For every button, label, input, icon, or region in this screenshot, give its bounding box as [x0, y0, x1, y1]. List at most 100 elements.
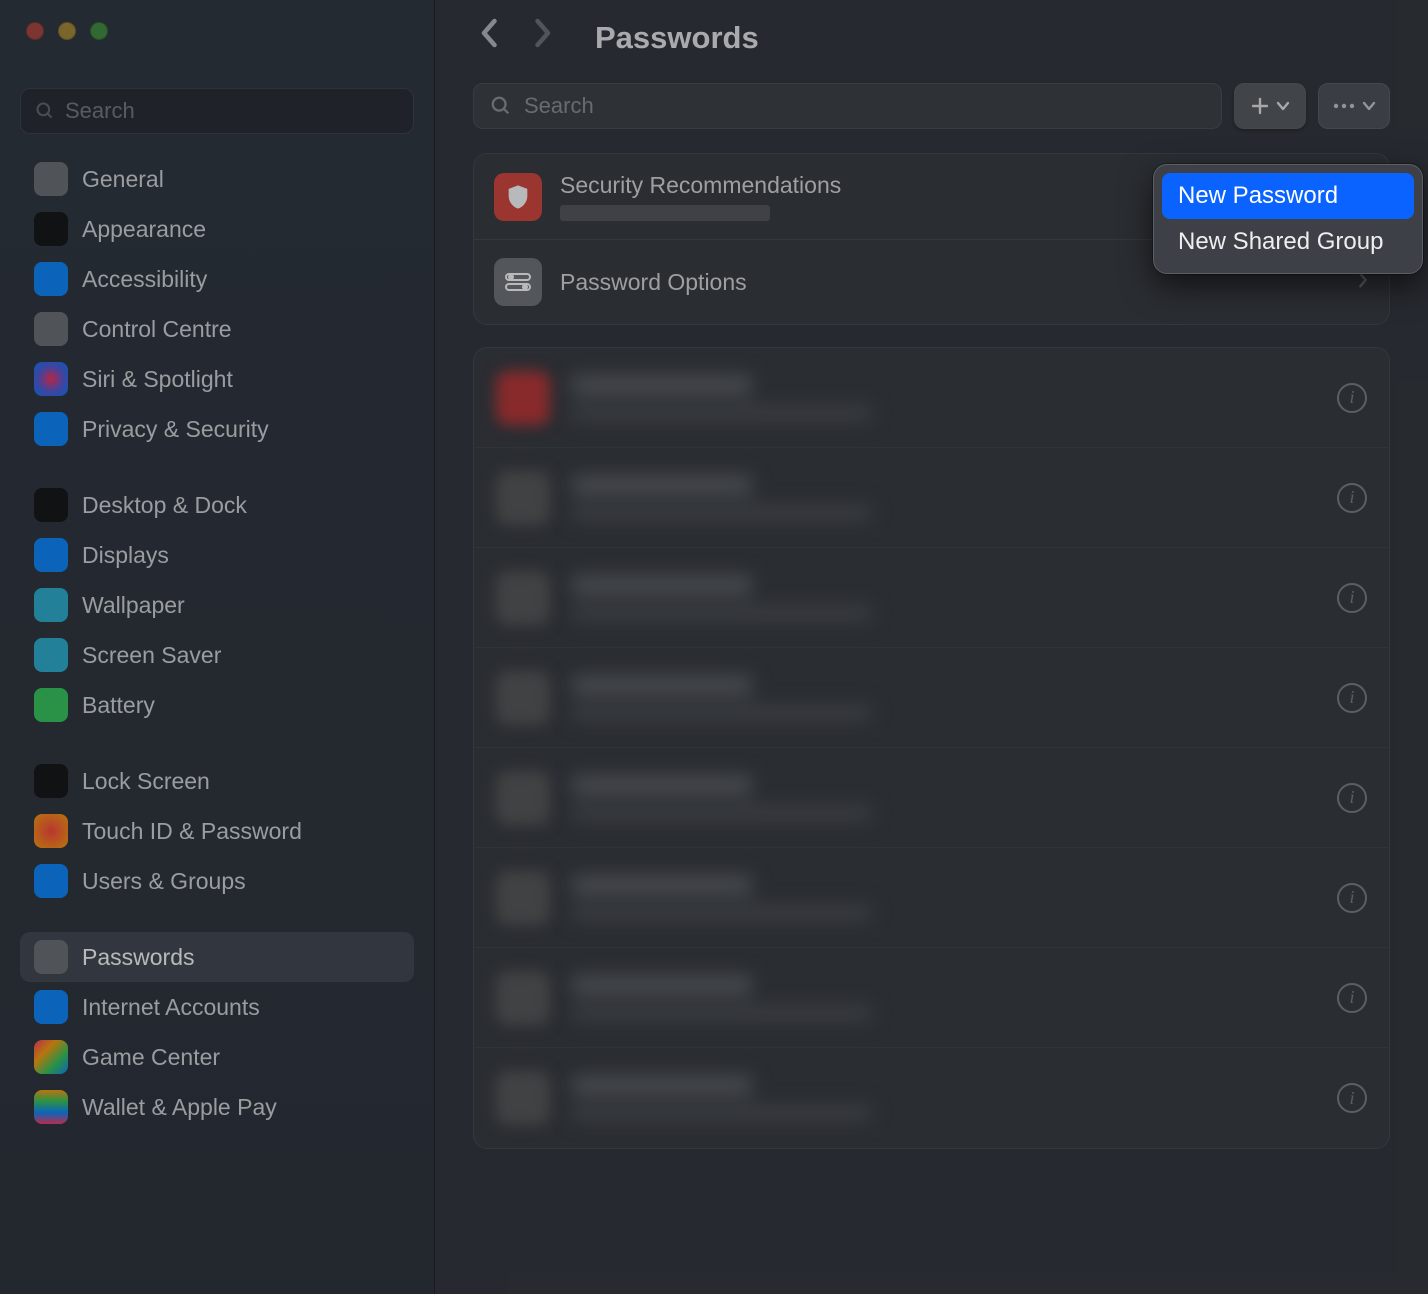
sidebar-item-label: Screen Saver [82, 642, 221, 669]
sidebar-item-label: Desktop & Dock [82, 492, 247, 519]
sidebar-item-label: Siri & Spotlight [82, 366, 233, 393]
users-icon [34, 864, 68, 898]
info-button[interactable] [1337, 883, 1367, 913]
appearance-icon [34, 212, 68, 246]
password-entry-row[interactable] [474, 848, 1389, 948]
sidebar-item-lockscreen[interactable]: Lock Screen [20, 756, 414, 806]
sidebar-item-accessibility[interactable]: Accessibility [20, 254, 414, 304]
sidebar-item-controlcentre[interactable]: Control Centre [20, 304, 414, 354]
info-button[interactable] [1337, 483, 1367, 513]
password-entry-row[interactable] [474, 448, 1389, 548]
sidebar-item-appearance[interactable]: Appearance [20, 204, 414, 254]
site-favicon [496, 971, 550, 1025]
sidebar-item-label: Accessibility [82, 266, 207, 293]
accessibility-icon [34, 262, 68, 296]
add-menu-item[interactable]: New Password [1162, 173, 1414, 219]
battery-icon [34, 688, 68, 722]
ellipsis-icon [1332, 102, 1356, 110]
chevron-left-icon [480, 18, 500, 48]
sidebar-item-screensaver[interactable]: Screen Saver [20, 630, 414, 680]
site-favicon [496, 371, 550, 425]
sidebar-item-label: Wallet & Apple Pay [82, 1094, 277, 1121]
entry-text-redacted [572, 575, 1315, 621]
info-button[interactable] [1337, 683, 1367, 713]
sidebar-item-gamecenter[interactable]: Game Center [20, 1032, 414, 1082]
sidebar-item-wallpaper[interactable]: Wallpaper [20, 580, 414, 630]
desktop-icon [34, 488, 68, 522]
maximize-window-button[interactable] [90, 22, 108, 40]
site-favicon [496, 1071, 550, 1125]
chevron-right-icon [532, 18, 552, 48]
nav-back-button[interactable] [473, 18, 507, 57]
privacy-icon [34, 412, 68, 446]
chevron-down-icon [1276, 101, 1290, 111]
sidebar-nav: General Appearance Accessibility Control Ce… [0, 154, 434, 1132]
window-controls [0, 22, 434, 40]
search-icon [490, 95, 512, 117]
sidebar-item-label: Passwords [82, 944, 194, 971]
password-entry-row[interactable] [474, 348, 1389, 448]
entry-text-redacted [572, 775, 1315, 821]
page-title: Passwords [595, 20, 759, 56]
passwords-search-input[interactable]: Search [473, 83, 1222, 129]
header: Passwords [473, 18, 1390, 57]
sidebar-item-touchid[interactable]: Touch ID & Password [20, 806, 414, 856]
chevron-down-icon [1362, 101, 1376, 111]
sidebar-item-internet[interactable]: Internet Accounts [20, 982, 414, 1032]
sidebar-item-battery[interactable]: Battery [20, 680, 414, 730]
password-entry-row[interactable] [474, 748, 1389, 848]
sidebar-item-general[interactable]: General [20, 154, 414, 204]
sidebar-item-label: Appearance [82, 216, 206, 243]
sidebar-item-label: Users & Groups [82, 868, 246, 895]
wallpaper-icon [34, 588, 68, 622]
nav-forward-button[interactable] [525, 18, 559, 57]
passwords-search-placeholder: Search [524, 93, 594, 119]
toolbar: Search [473, 83, 1390, 129]
password-entries-list [473, 347, 1390, 1149]
sidebar-item-label: General [82, 166, 164, 193]
info-button[interactable] [1337, 383, 1367, 413]
info-button[interactable] [1337, 983, 1367, 1013]
sidebar: Search General Appearance Accessibility Con… [0, 0, 435, 1294]
add-button[interactable] [1234, 83, 1306, 129]
minimize-window-button[interactable] [58, 22, 76, 40]
sidebar-item-siri[interactable]: Siri & Spotlight [20, 354, 414, 404]
entry-text-redacted [572, 675, 1315, 721]
sidebar-item-label: Displays [82, 542, 169, 569]
sidebar-item-displays[interactable]: Displays [20, 530, 414, 580]
sidebar-item-desktop[interactable]: Desktop & Dock [20, 480, 414, 530]
password-entry-row[interactable] [474, 648, 1389, 748]
entry-text-redacted [572, 375, 1315, 421]
sidebar-item-label: Touch ID & Password [82, 818, 302, 845]
password-entry-row[interactable] [474, 548, 1389, 648]
shield-alert-icon [494, 173, 542, 221]
entry-text-redacted [572, 475, 1315, 521]
sidebar-item-passwords[interactable]: Passwords [20, 932, 414, 982]
password-entry-row[interactable] [474, 948, 1389, 1048]
add-menu-item[interactable]: New Shared Group [1162, 219, 1414, 265]
gamecenter-icon [34, 1040, 68, 1074]
entry-text-redacted [572, 975, 1315, 1021]
info-button[interactable] [1337, 583, 1367, 613]
sidebar-search-input[interactable]: Search [20, 88, 414, 134]
site-favicon [496, 871, 550, 925]
site-favicon [496, 471, 550, 525]
info-button[interactable] [1337, 783, 1367, 813]
siri-icon [34, 362, 68, 396]
security-recommendations-subtitle-redacted [560, 205, 770, 221]
password-entry-row[interactable] [474, 1048, 1389, 1148]
site-favicon [496, 571, 550, 625]
sidebar-item-label: Internet Accounts [82, 994, 260, 1021]
sidebar-item-wallet[interactable]: Wallet & Apple Pay [20, 1082, 414, 1132]
lockscreen-icon [34, 764, 68, 798]
sidebar-item-users[interactable]: Users & Groups [20, 856, 414, 906]
internet-icon [34, 990, 68, 1024]
controlcentre-icon [34, 312, 68, 346]
site-favicon [496, 771, 550, 825]
sidebar-item-privacy[interactable]: Privacy & Security [20, 404, 414, 454]
screensaver-icon [34, 638, 68, 672]
close-window-button[interactable] [26, 22, 44, 40]
site-favicon [496, 671, 550, 725]
more-button[interactable] [1318, 83, 1390, 129]
info-button[interactable] [1337, 1083, 1367, 1113]
